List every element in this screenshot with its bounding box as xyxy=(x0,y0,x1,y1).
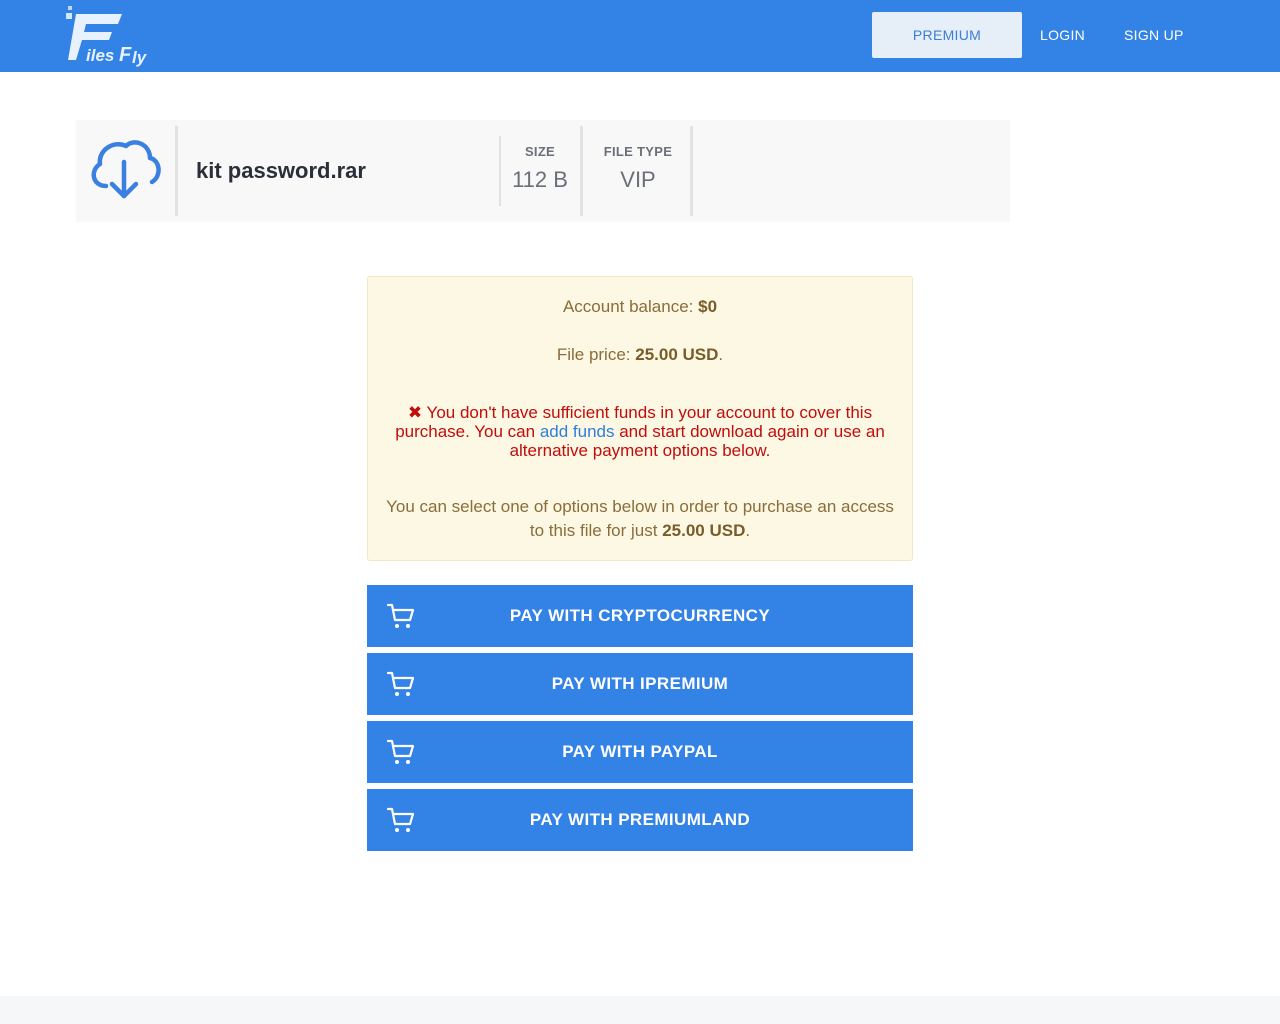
file-info-panel: kit password.rar SIZE 112 B FILE TYPE VI… xyxy=(76,120,1010,222)
size-value: 112 B xyxy=(512,167,568,192)
pay-crypto-button[interactable]: PAY WITH CRYPTOCURRENCY xyxy=(367,585,913,647)
file-price: File price: 25.00 USD. xyxy=(368,345,912,365)
svg-text:F: F xyxy=(119,44,132,66)
pay-button-label: PAY WITH PREMIUMLAND xyxy=(529,810,751,829)
file-size: SIZE 112 B xyxy=(504,144,576,193)
cart-icon xyxy=(386,806,415,834)
account-balance: Account balance: $0 xyxy=(368,297,912,317)
divider xyxy=(499,136,501,206)
filesfly-logo[interactable]: iles F ly xyxy=(64,4,154,68)
purchase-info-text: You can select one of options below in o… xyxy=(382,495,898,543)
size-label: SIZE xyxy=(524,144,556,159)
footer xyxy=(0,996,1280,1024)
login-link[interactable]: LOGIN xyxy=(1040,12,1085,58)
payment-notice: Account balance: $0 File price: 25.00 US… xyxy=(367,276,913,561)
info-text: You can select one of options below in o… xyxy=(386,497,894,540)
svg-text:ly: ly xyxy=(132,48,148,67)
pay-button-label: PAY WITH IPREMIUM xyxy=(551,674,729,693)
price-value: 25.00 USD xyxy=(635,345,719,364)
file-name: kit password.rar xyxy=(196,158,366,183)
info-price: 25.00 USD xyxy=(662,521,746,540)
premium-nav-button[interactable]: PREMIUM xyxy=(872,12,1022,58)
error-x-icon: ✖ xyxy=(407,403,423,422)
insufficient-funds-error: ✖ You don't have sufficient funds in you… xyxy=(382,403,898,460)
price-label: File price: xyxy=(556,345,636,364)
file-type-label: FILE TYPE xyxy=(603,144,673,159)
cloud-download-icon xyxy=(86,136,162,202)
divider xyxy=(175,126,178,216)
balance-value: $0 xyxy=(698,297,718,316)
pay-paypal-button[interactable]: PAY WITH PAYPAL xyxy=(367,721,913,783)
svg-text:iles: iles xyxy=(86,46,114,65)
top-nav-bar: iles F ly PREMIUM LOGIN SIGN UP xyxy=(0,0,1280,72)
price-suffix: . xyxy=(718,345,724,364)
pay-ipremium-button[interactable]: PAY WITH IPREMIUM xyxy=(367,653,913,715)
cart-icon xyxy=(386,738,415,766)
cart-icon xyxy=(386,670,415,698)
divider xyxy=(690,126,693,216)
balance-label: Account balance: xyxy=(562,297,699,316)
signup-link[interactable]: SIGN UP xyxy=(1124,12,1184,58)
add-funds-link[interactable]: add funds xyxy=(540,422,615,441)
pay-premiumland-button[interactable]: PAY WITH PREMIUMLAND xyxy=(367,789,913,851)
info-suffix: . xyxy=(745,521,751,540)
cart-icon xyxy=(386,602,415,630)
file-type: FILE TYPE VIP xyxy=(588,144,688,193)
file-type-value: VIP xyxy=(620,167,656,192)
pay-button-label: PAY WITH CRYPTOCURRENCY xyxy=(509,606,771,625)
pay-button-label: PAY WITH PAYPAL xyxy=(562,742,718,761)
divider xyxy=(580,126,583,216)
